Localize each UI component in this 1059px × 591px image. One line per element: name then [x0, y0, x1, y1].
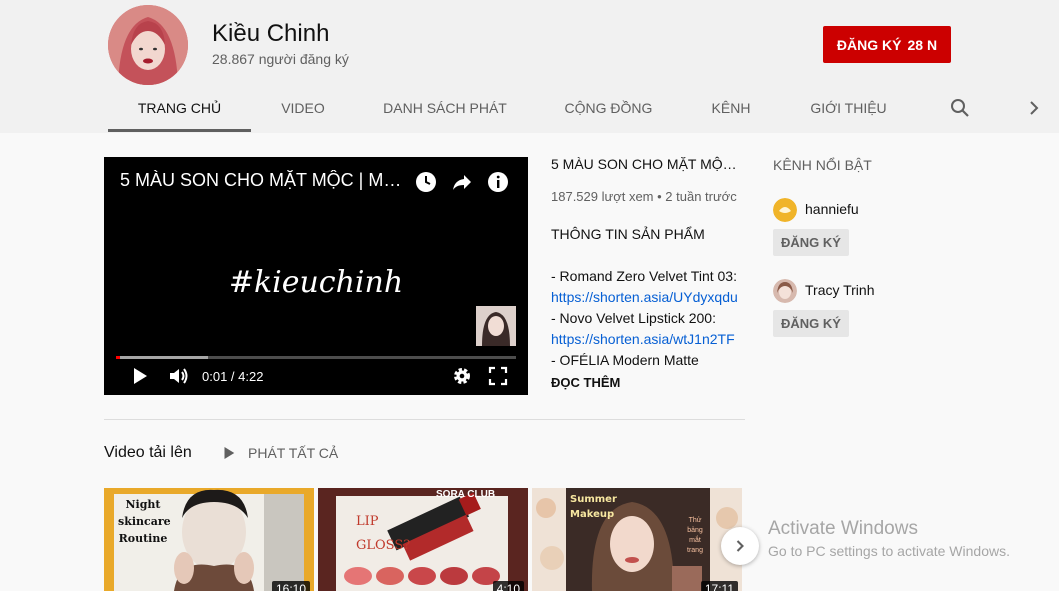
player-title[interactable]: 5 MÀU SON CHO MẶT MỘC | MẶT MỘC XINH XẮN — [120, 170, 410, 191]
desc-link[interactable]: https://shorten.asia/wtJ1n2TF — [551, 331, 735, 347]
featured-video-description: THÔNG TIN SẢN PHẨM - Romand Zero Velvet … — [551, 224, 746, 371]
channel-avatar[interactable] — [108, 5, 188, 85]
thumbnail-caption-line: Summer — [570, 494, 617, 505]
desc-link[interactable]: https://shorten.asia/UYdyxqdu — [551, 289, 738, 305]
desc-line: - Novo Velvet Lipstick 200: — [551, 310, 716, 326]
featured-channels-title: KÊNH NỔI BẬT — [773, 157, 872, 173]
chevron-right-icon — [736, 540, 744, 552]
channel-name: Kiều Chinh — [212, 20, 330, 47]
channel-header: Kiều Chinh 28.867 người đăng ký ĐĂNG KÝ … — [0, 0, 1059, 133]
read-more-link[interactable]: ĐỌC THÊM — [551, 375, 620, 390]
featured-video-meta: 187.529 lượt xem • 2 tuần trước — [551, 189, 737, 204]
thumbnail-brand: SORA CLUB — [436, 489, 496, 500]
video-duration: 17:11 — [700, 581, 738, 591]
thumbnail-caption-line: Night — [125, 498, 161, 511]
thumbnail-caption-line: GLOSS? — [356, 538, 411, 553]
carousel-next-button[interactable] — [721, 527, 759, 565]
thumbnail-caption: Night skincare Routine — [118, 496, 171, 547]
featured-subscribe-button[interactable]: ĐĂNG KÝ — [773, 310, 849, 337]
activate-windows-title: Activate Windows — [768, 518, 918, 539]
search-icon[interactable] — [948, 96, 972, 120]
progress-bar[interactable] — [116, 356, 516, 359]
video-thumbnail[interactable]: SORA CLUB LIP GLOSS? 4:10 — [318, 488, 528, 591]
watch-later-icon[interactable] — [414, 170, 438, 194]
info-icon[interactable] — [486, 170, 510, 194]
thumbnail-caption: Summer Makeup — [570, 492, 617, 522]
featured-channel-avatar[interactable] — [773, 279, 797, 303]
video-thumbnail[interactable]: Summer Makeup Thử bảng mắt trang 17:11 — [532, 488, 742, 591]
desc-line: - OFÉLIA Modern Matte — [551, 352, 699, 368]
featured-video-player[interactable]: 5 MÀU SON CHO MẶT MỘC | MẶT MỘC XINH XẮN… — [104, 157, 528, 395]
tab-about[interactable]: GIỚI THIỆU — [801, 86, 896, 130]
player-time: 0:01 / 4:22 — [202, 369, 264, 384]
featured-channel-name[interactable]: Tracy Trinh — [805, 282, 875, 298]
play-all-button[interactable]: PHÁT TẤT CẢ — [220, 444, 338, 462]
featured-channel-avatar[interactable] — [773, 198, 797, 222]
play-all-icon — [224, 447, 235, 459]
chevron-right-icon[interactable] — [1022, 96, 1046, 120]
progress-loaded — [116, 356, 208, 359]
section-divider — [104, 419, 745, 420]
tab-videos[interactable]: VIDEO — [268, 86, 338, 130]
tab-home[interactable]: TRANG CHỦ — [108, 86, 251, 132]
play-icon[interactable] — [128, 364, 152, 388]
tab-channels[interactable]: KÊNH — [701, 86, 761, 130]
thumbnail-side-text: Thử bảng mắt trang — [687, 517, 703, 554]
subscriber-count: 28.867 người đăng ký — [212, 51, 349, 67]
featured-channel-name[interactable]: hanniefu — [805, 201, 859, 217]
featured-subscribe-button[interactable]: ĐĂNG KÝ — [773, 229, 849, 256]
activate-windows-subtitle: Go to PC settings to activate Windows. — [768, 543, 1010, 559]
featured-video-title[interactable]: 5 MÀU SON CHO MẶT MỘC | MẶT MỘC XINH XẮN — [551, 156, 746, 172]
thumbnail-caption-line: Routine — [118, 532, 168, 545]
thumbnail-caption: LIP GLOSS? — [356, 510, 410, 558]
thumbnail-caption-line: skincare — [118, 515, 171, 528]
uploads-section-title[interactable]: Video tải lên — [104, 444, 192, 462]
volume-icon[interactable] — [167, 364, 191, 388]
subscribe-label: ĐĂNG KÝ — [836, 36, 902, 53]
settings-gear-icon[interactable] — [450, 364, 474, 388]
desc-line: - Romand Zero Velvet Tint 03: — [551, 268, 737, 284]
channel-watermark-thumbnail[interactable] — [476, 306, 516, 346]
tab-playlists[interactable]: DANH SÁCH PHÁT — [374, 86, 516, 130]
channel-tabs: TRANG CHỦ VIDEO DANH SÁCH PHÁT CỘNG ĐỒNG… — [108, 86, 1059, 132]
progress-played — [116, 356, 120, 359]
share-icon[interactable] — [450, 170, 474, 194]
desc-heading: THÔNG TIN SẢN PHẨM — [551, 226, 705, 242]
play-all-label: PHÁT TẤT CẢ — [248, 445, 339, 461]
thumbnail-caption-line: LIP — [356, 514, 379, 529]
subscribe-count: 28 N — [907, 36, 938, 53]
video-thumbnail[interactable]: Night skincare Routine 16:10 — [104, 488, 314, 591]
subscribe-button[interactable]: ĐĂNG KÝ 28 N — [823, 26, 951, 63]
tab-community[interactable]: CỘNG ĐỒNG — [556, 86, 661, 130]
fullscreen-icon[interactable] — [486, 364, 510, 388]
video-overlay-text: #kieuchinh — [228, 265, 404, 300]
thumbnail-caption-line: Makeup — [570, 509, 615, 520]
video-duration: 16:10 — [271, 581, 310, 591]
video-duration: 4:10 — [492, 581, 524, 591]
